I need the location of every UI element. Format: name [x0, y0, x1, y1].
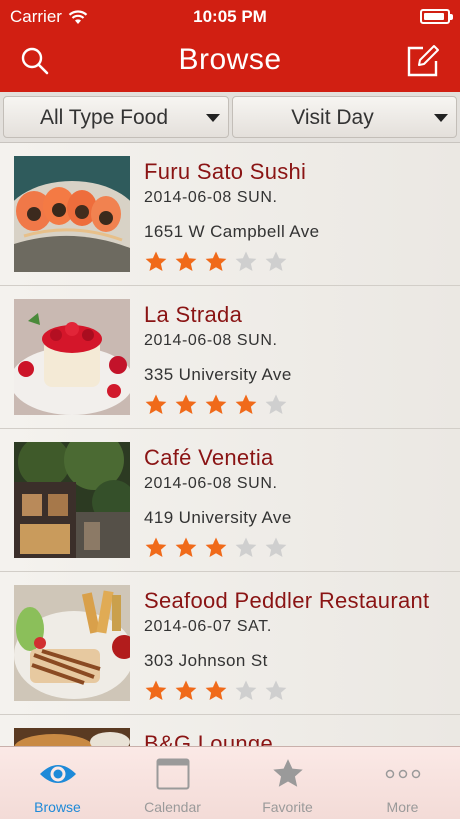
star-empty-icon [265, 394, 287, 414]
list-item[interactable]: Seafood Peddler Restaurant 2014-06-07 SA… [0, 572, 460, 715]
star-empty-icon [235, 680, 257, 700]
food-type-label: All Type Food [39, 106, 169, 129]
calendar-icon [156, 758, 189, 790]
star-empty-icon [235, 251, 257, 271]
restaurant-name: B&G Lounge [144, 731, 273, 746]
star-rating [144, 679, 288, 703]
star-filled-icon [145, 251, 167, 271]
star-filled-icon [175, 394, 197, 414]
more-icon [385, 769, 420, 779]
star-filled-icon [175, 251, 197, 271]
restaurant-name: Furu Sato Sushi [144, 159, 307, 184]
star-filled-icon [145, 680, 167, 700]
star-empty-icon [235, 537, 257, 557]
tab-label: Calendar [144, 799, 201, 815]
star-filled-icon [205, 251, 227, 271]
star-filled-icon [175, 680, 197, 700]
restaurant-list[interactable]: Furu Sato Sushi 2014-06-08 SUN. 1651 W C… [0, 143, 460, 746]
tab-favorite[interactable]: Favorite [230, 747, 345, 819]
visit-date: 2014-06-08 SUN. [144, 332, 278, 349]
tab-label: More [386, 799, 419, 815]
page-title: Browse [178, 43, 282, 76]
food-type-dropdown[interactable]: All Type Food [3, 96, 229, 138]
star-icon [272, 759, 303, 787]
restaurant-address: 1651 W Campbell Ave [144, 222, 320, 241]
restaurant-photo [14, 156, 130, 272]
list-item[interactable]: La Strada 2014-06-08 SUN. 335 University… [0, 286, 460, 429]
restaurant-address: 419 University Ave [144, 508, 292, 527]
star-filled-icon [145, 537, 167, 557]
visit-date: 2014-06-08 SUN. [144, 189, 278, 206]
status-time: 10:05 PM [193, 7, 267, 26]
list-item[interactable]: B&G Lounge [0, 715, 460, 746]
battery-level [424, 13, 444, 20]
star-filled-icon [205, 537, 227, 557]
filter-bar: All Type Food Visit Day [0, 92, 460, 143]
chevron-down-icon [434, 114, 448, 122]
restaurant-photo [14, 585, 130, 701]
compose-icon[interactable] [406, 44, 440, 78]
star-empty-icon [265, 537, 287, 557]
star-filled-icon [205, 680, 227, 700]
eye-icon [39, 765, 76, 783]
chevron-down-icon [206, 114, 220, 122]
restaurant-address: 335 University Ave [144, 365, 292, 384]
restaurant-name: Seafood Peddler Restaurant [144, 588, 430, 613]
list-item[interactable]: Furu Sato Sushi 2014-06-08 SUN. 1651 W C… [0, 143, 460, 286]
restaurant-name: Café Venetia [144, 445, 274, 470]
star-rating [144, 250, 288, 274]
star-filled-icon [205, 394, 227, 414]
star-filled-icon [175, 537, 197, 557]
tab-label: Browse [34, 799, 81, 815]
list-item[interactable]: Café Venetia 2014-06-08 SUN. 419 Univers… [0, 429, 460, 572]
restaurant-name: La Strada [144, 302, 243, 327]
nav-bar: Browse [0, 34, 460, 92]
star-filled-icon [145, 394, 167, 414]
tab-more[interactable]: More [345, 747, 460, 819]
star-empty-icon [265, 251, 287, 271]
star-rating [144, 536, 288, 560]
visit-day-label: Visit Day [291, 106, 374, 129]
restaurant-photo [14, 442, 130, 558]
visit-date: 2014-06-07 SAT. [144, 618, 272, 635]
restaurant-address: 303 Johnson St [144, 651, 268, 670]
battery-icon [420, 9, 453, 24]
tab-browse[interactable]: Browse [0, 747, 115, 819]
star-rating [144, 393, 288, 417]
star-filled-icon [235, 394, 257, 414]
visit-date: 2014-06-08 SUN. [144, 475, 278, 492]
restaurant-photo [14, 728, 130, 746]
star-empty-icon [265, 680, 287, 700]
tab-calendar[interactable]: Calendar [115, 747, 230, 819]
visit-day-dropdown[interactable]: Visit Day [232, 96, 457, 138]
restaurant-photo [14, 299, 130, 415]
tab-bar: Browse Calendar Favorite More [0, 746, 460, 819]
status-bar: Carrier 10:05 PM [0, 0, 460, 34]
tab-label: Favorite [262, 799, 313, 815]
